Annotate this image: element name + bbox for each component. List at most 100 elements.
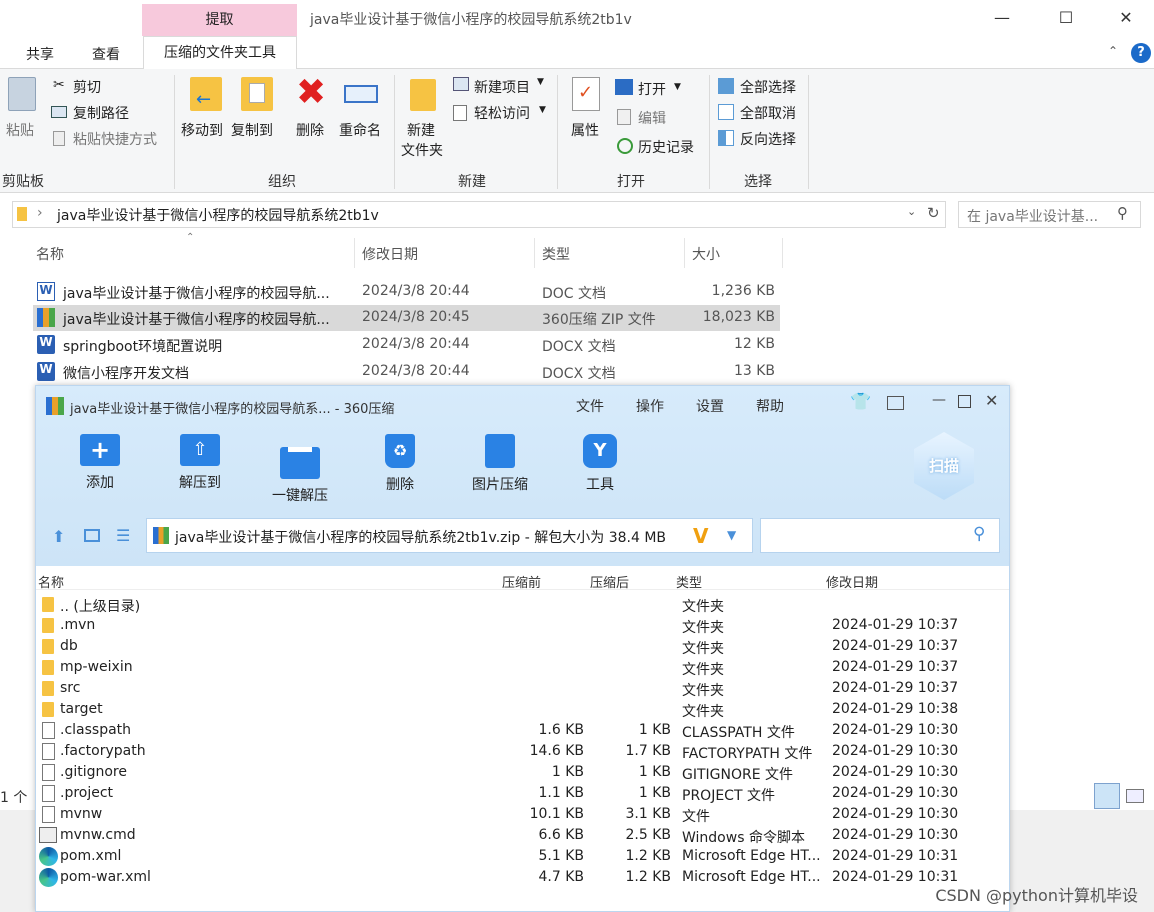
column-header-type[interactable]: 类型 <box>542 244 570 264</box>
one-click-extract-button[interactable]: 一键解压 <box>265 434 335 505</box>
history-button[interactable]: 历史记录 <box>638 137 694 157</box>
zip-column-date[interactable]: 修改日期 <box>826 572 878 591</box>
vip-icon[interactable]: V <box>693 524 708 548</box>
help-icon[interactable]: ? <box>1131 43 1151 63</box>
zip-path-bar[interactable]: java毕业设计基于微信小程序的校园导航系统2tb1v.zip - 解包大小为 … <box>146 518 753 553</box>
details-view-icon[interactable] <box>1094 783 1120 809</box>
dropdown-arrow-icon[interactable]: ▼ <box>539 105 546 115</box>
zip-column-name[interactable]: 名称 <box>38 572 64 591</box>
close-button[interactable]: ✕ <box>1106 6 1146 30</box>
chevron-right-icon[interactable]: › <box>37 205 43 221</box>
context-tab-extract[interactable]: 提取 <box>142 4 297 36</box>
menu-help[interactable]: 帮助 <box>756 396 784 416</box>
select-none-button[interactable]: 全部取消 <box>740 103 796 123</box>
column-divider[interactable] <box>684 238 685 268</box>
zip-entry-after: 1 KB <box>638 722 671 738</box>
zip-entry-row[interactable]: mvnw.cmd 6.6 KB 2.5 KB Windows 命令脚本 2024-01-… <box>36 825 1009 846</box>
ribbon-divider <box>808 75 809 189</box>
zip-entry-type: PROJECT 文件 <box>682 788 775 804</box>
search-input[interactable]: 在 java毕业设计基... ⚲ <box>958 201 1141 228</box>
menu-operate[interactable]: 操作 <box>636 396 664 416</box>
zip-column-before[interactable]: 压缩前 <box>502 572 541 591</box>
easy-access-button[interactable]: 轻松访问 <box>474 103 530 123</box>
file-row[interactable]: W 微信小程序开发文档 2024/3/8 20:44 DOCX 文档 13 KB <box>33 359 780 385</box>
zip-entry-row[interactable]: pom-war.xml 4.7 KB 1.2 KB Microsoft Edge HT… <box>36 867 1009 888</box>
address-bar[interactable]: › java毕业设计基于微信小程序的校园导航系统2tb1v ⌄ ↻ <box>12 201 946 228</box>
thumbnail-view-icon[interactable] <box>84 529 100 542</box>
zip-entry-row[interactable]: .project 1.1 KB 1 KB PROJECT 文件 2024-01-29 1… <box>36 783 1009 804</box>
tab-view[interactable]: 查看 <box>92 44 120 64</box>
zip-entry-row[interactable]: mp-weixin 文件夹 2024-01-29 10:37 <box>36 657 1009 678</box>
file-row[interactable]: W springboot环境配置说明 2024/3/8 20:44 DOCX 文… <box>33 332 780 358</box>
file-row[interactable]: W java毕业设计基于微信小程序的校园导航... 2024/3/8 20:44… <box>33 279 780 305</box>
scan-button[interactable]: 扫描 <box>914 432 974 500</box>
chevron-down-icon[interactable]: ⌄ <box>907 205 916 218</box>
open-button[interactable]: 打开 <box>638 79 666 99</box>
minimize-button[interactable]: — <box>982 6 1022 30</box>
zip-column-type[interactable]: 类型 <box>676 572 702 591</box>
menu-settings[interactable]: 设置 <box>696 396 724 416</box>
paste-button[interactable]: 粘贴 <box>6 120 34 140</box>
zip-entry-row[interactable]: src 文件夹 2024-01-29 10:37 <box>36 678 1009 699</box>
dropdown-arrow-icon[interactable]: ▼ <box>727 528 736 542</box>
column-divider[interactable] <box>782 238 783 268</box>
column-header-name[interactable]: 名称 <box>36 244 64 264</box>
properties-button[interactable]: 属性 <box>571 120 599 140</box>
add-button[interactable]: + 添加 <box>65 434 135 492</box>
copy-to-button[interactable]: 复制到 <box>231 120 273 140</box>
column-divider[interactable] <box>354 238 355 268</box>
new-item-button[interactable]: 新建项目 <box>474 77 530 97</box>
select-all-button[interactable]: 全部选择 <box>740 77 796 97</box>
refresh-icon[interactable]: ↻ <box>927 204 940 222</box>
maximize-button[interactable]: ☐ <box>1046 6 1086 30</box>
tab-compressed-folder-tools[interactable]: 压缩的文件夹工具 <box>143 36 297 70</box>
column-divider[interactable] <box>534 238 535 268</box>
delete-button[interactable]: 删除 <box>296 120 324 140</box>
search-icon[interactable]: ⚲ <box>1117 204 1128 222</box>
copy-path-button[interactable]: 复制路径 <box>73 103 129 123</box>
extract-to-button[interactable]: ⇧ 解压到 <box>165 434 235 492</box>
minimize-button[interactable]: — <box>932 392 946 408</box>
skin-shirt-icon[interactable]: 👕 <box>850 392 871 412</box>
dropdown-arrow-icon[interactable]: ▼ <box>537 77 544 87</box>
column-header-date[interactable]: 修改日期 <box>362 244 418 264</box>
zip-search-input[interactable]: ⚲ <box>760 518 1000 553</box>
zip-entry-row[interactable]: .mvn 文件夹 2024-01-29 10:37 <box>36 615 1009 636</box>
close-button[interactable]: ✕ <box>985 391 998 410</box>
zip-entry-row[interactable]: .gitignore 1 KB 1 KB GITIGNORE 文件 2024-01-29… <box>36 762 1009 783</box>
rename-button[interactable]: 重命名 <box>339 120 381 140</box>
tools-button[interactable]: Y 工具 <box>565 434 635 494</box>
delete-button[interactable]: ♻ 删除 <box>365 434 435 494</box>
file-row-selected[interactable]: java毕业设计基于微信小程序的校园导航... 2024/3/8 20:45 3… <box>33 305 780 331</box>
edit-button[interactable]: 编辑 <box>638 108 666 128</box>
feedback-icon[interactable] <box>887 396 904 410</box>
paste-shortcut-button[interactable]: 粘贴快捷方式 <box>73 129 157 149</box>
tab-share[interactable]: 共享 <box>26 44 54 64</box>
zip-entry-before: 1 KB <box>551 764 584 780</box>
up-arrow-icon[interactable]: ⬆ <box>52 527 65 546</box>
zip-entry-row[interactable]: mvnw 10.1 KB 3.1 KB 文件 2024-01-29 10:30 <box>36 804 1009 825</box>
menu-file[interactable]: 文件 <box>576 396 604 416</box>
zip-column-after[interactable]: 压缩后 <box>590 572 629 591</box>
zip-entry-row[interactable]: target 文件夹 2024-01-29 10:38 <box>36 699 1009 720</box>
recycle-bin-icon: ♻ <box>385 434 415 468</box>
zip-entry-row[interactable]: db 文件夹 2024-01-29 10:37 <box>36 636 1009 657</box>
new-folder-label-2[interactable]: 文件夹 <box>401 140 443 160</box>
address-path[interactable]: java毕业设计基于微信小程序的校园导航系统2tb1v <box>57 205 379 225</box>
column-header-size[interactable]: 大小 <box>692 244 720 264</box>
dropdown-arrow-icon[interactable]: ▼ <box>674 82 681 92</box>
chevron-up-icon[interactable]: ⌃ <box>1108 44 1118 58</box>
move-to-button[interactable]: 移动到 <box>181 120 223 140</box>
zip-entry-row[interactable]: .factorypath 14.6 KB 1.7 KB FACTORYPATH 文件 2… <box>36 741 1009 762</box>
list-view-icon[interactable]: ☰ <box>116 526 130 545</box>
large-icons-view-icon[interactable] <box>1126 789 1144 803</box>
cut-button[interactable]: 剪切 <box>73 77 101 97</box>
search-icon[interactable]: ⚲ <box>973 524 985 544</box>
maximize-button[interactable] <box>958 395 971 408</box>
zip-entry-row[interactable]: pom.xml 5.1 KB 1.2 KB Microsoft Edge HT... 2… <box>36 846 1009 867</box>
zip-entry-row[interactable]: .. (上级目录) 文件夹 <box>36 594 1009 615</box>
new-folder-label-1[interactable]: 新建 <box>407 120 435 140</box>
zip-entry-row[interactable]: .classpath 1.6 KB 1 KB CLASSPATH 文件 2024-01-… <box>36 720 1009 741</box>
invert-selection-button[interactable]: 反向选择 <box>740 129 796 149</box>
image-compress-button[interactable]: 图片压缩 <box>465 434 535 494</box>
